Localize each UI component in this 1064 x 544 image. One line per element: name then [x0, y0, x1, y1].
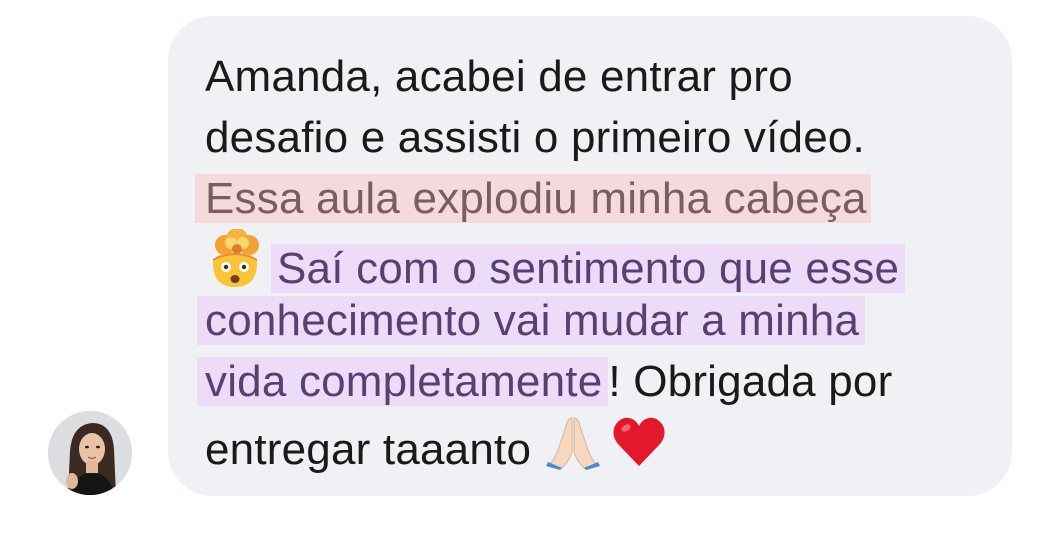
message-line: Amanda, acabei de entrar pro	[205, 46, 995, 107]
message-line: desafio e assisti o primeiro vídeo.	[205, 107, 995, 168]
message-segment: entregar taaanto	[205, 425, 532, 474]
message-segment: desafio e assisti o primeiro vídeo.	[205, 113, 865, 162]
highlight-purple: vida completamente	[197, 357, 609, 406]
message-line: Saí com o sentimento que esse	[205, 229, 995, 293]
message-line: conhecimento vai mudar a minha	[197, 290, 995, 351]
message-segment: Amanda, acabei de entrar pro	[205, 52, 793, 101]
avatar-photo-icon	[48, 411, 132, 495]
message-line: Essa aula explodiu minha cabeça	[195, 168, 995, 229]
message-line: entregar taaanto	[205, 412, 995, 474]
sender-avatar[interactable]	[48, 411, 132, 495]
heart-icon	[610, 412, 668, 470]
message-line: vida completamente! Obrigada por	[197, 351, 995, 412]
message-text: Amanda, acabei de entrar pro desafio e a…	[195, 46, 995, 474]
message-segment: ! Obrigada por	[608, 357, 893, 406]
folded-hands-icon	[544, 412, 602, 470]
exploding-head-icon	[205, 229, 265, 289]
highlight-purple: conhecimento vai mudar a minha	[197, 296, 866, 345]
highlight-purple: Saí com o sentimento que esse	[271, 244, 906, 293]
conversation-view: Amanda, acabei de entrar pro desafio e a…	[0, 0, 1064, 544]
highlight-red: Essa aula explodiu minha cabeça	[195, 174, 871, 223]
